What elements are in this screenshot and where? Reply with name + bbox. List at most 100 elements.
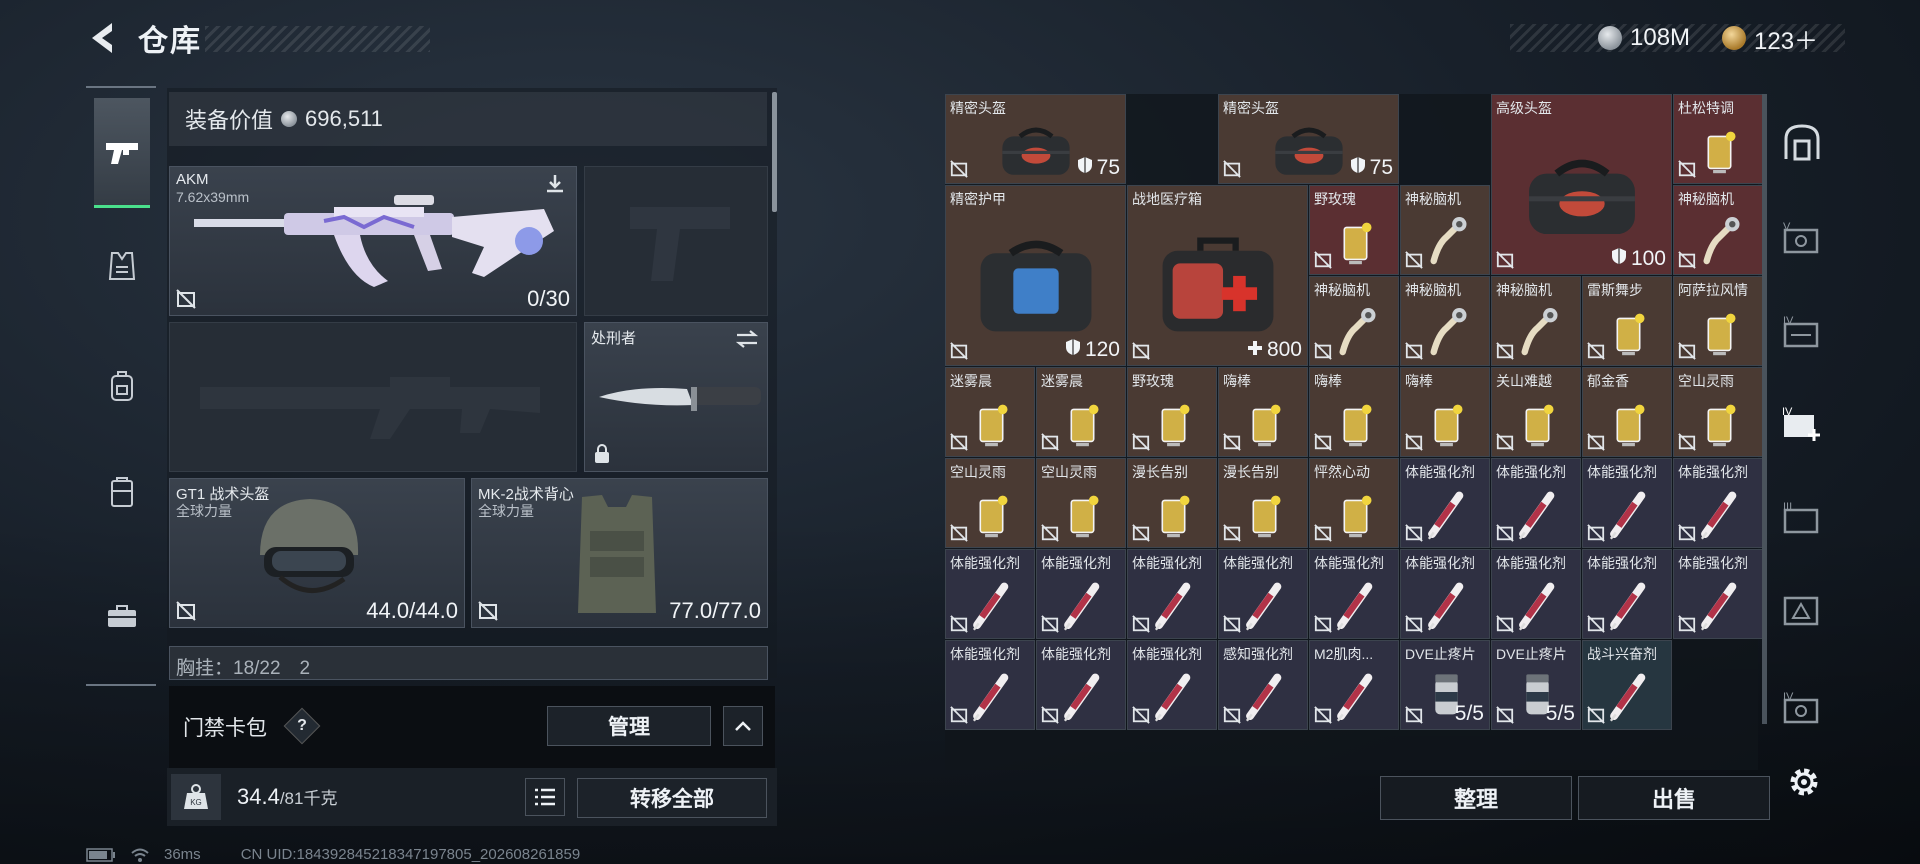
inventory-item[interactable]: 关山难越 — [1491, 367, 1581, 457]
tab-toolbox[interactable] — [94, 588, 150, 644]
tab-stash-4-plus[interactable]: IV — [1778, 400, 1826, 448]
inventory-item[interactable]: DVE止疼片 5/5 — [1491, 640, 1581, 730]
inventory-item[interactable]: 神秘脑机 — [1673, 185, 1763, 275]
equipment-panel: 装备价值 696,511 AKM 7.62x39mm 0/30 处刑者 GT1 … — [167, 88, 777, 826]
inventory-item[interactable]: 精密头盔 75 — [1218, 94, 1399, 184]
stash-iv-icon: IV — [1783, 315, 1819, 348]
inventory-item[interactable]: 漫长告别 — [1127, 458, 1217, 548]
inventory-item[interactable]: 雷斯舞步 — [1582, 276, 1672, 366]
armor-slot[interactable]: MK-2战术背心 全球力量 77.0/77.0 — [471, 478, 768, 628]
inventory-item[interactable]: 体能强化剂 — [1491, 458, 1581, 548]
list-view-button[interactable] — [525, 778, 565, 816]
inventory-item[interactable]: 体能强化剂 — [1400, 549, 1490, 639]
inventory-item[interactable]: 感知强化剂 — [1218, 640, 1308, 730]
melee-slot[interactable]: 处刑者 — [584, 322, 768, 472]
swap-icon[interactable] — [735, 329, 759, 349]
inventory-item[interactable]: 体能强化剂 — [1127, 640, 1217, 730]
syringe-icon — [1051, 668, 1114, 729]
tab-stash-4[interactable]: IV — [1778, 308, 1826, 356]
inventory-item[interactable]: DVE止疼片 5/5 — [1400, 640, 1490, 730]
primary-weapon-slot[interactable]: AKM 7.62x39mm 0/30 — [169, 166, 577, 316]
inventory-item[interactable]: 体能强化剂 — [1218, 549, 1308, 639]
gold-currency[interactable]: 123＋ — [1722, 20, 1818, 56]
item-name: 体能强化剂 — [1405, 464, 1475, 480]
sell-button[interactable]: 出售 — [1578, 776, 1770, 820]
inventory-item[interactable]: 精密护甲 120 — [945, 185, 1126, 366]
secondary-weapon-slot[interactable] — [169, 322, 577, 472]
inventory-item[interactable]: 神秘脑机 — [1400, 276, 1490, 366]
item-name: 郁金香 — [1587, 373, 1629, 389]
brain-device-icon — [1688, 213, 1751, 274]
manage-button[interactable]: 管理 — [547, 706, 711, 746]
inventory-item[interactable]: 体能强化剂 — [945, 640, 1035, 730]
inventory-item[interactable]: 体能强化剂 — [1036, 549, 1126, 639]
duffel-bag-icon — [1519, 139, 1645, 256]
keycard-label: 门禁卡包 — [183, 717, 267, 740]
back-arrow-icon[interactable] — [86, 20, 120, 56]
inventory-item[interactable]: 体能强化剂 — [1127, 549, 1217, 639]
weight-lock-button[interactable]: KG — [171, 774, 221, 820]
no-insure-icon — [950, 342, 968, 360]
tab-backpack[interactable] — [94, 358, 150, 414]
help-icon[interactable]: ? — [283, 707, 321, 745]
tab-stash-5[interactable]: V — [1778, 214, 1826, 262]
inventory-item[interactable]: 体能强化剂 — [1673, 458, 1763, 548]
inventory-item[interactable]: 怦然心动 — [1309, 458, 1399, 548]
inventory-item[interactable]: 体能强化剂 — [1400, 458, 1490, 548]
inventory-item[interactable]: 神秘脑机 — [1400, 185, 1490, 275]
tab-weapons[interactable] — [94, 98, 150, 208]
inventory-item[interactable]: 神秘脑机 — [1491, 276, 1581, 366]
inventory-item[interactable]: 高级头盔 100 — [1491, 94, 1672, 275]
inventory-item[interactable]: 体能强化剂 — [1036, 640, 1126, 730]
tab-stash-main[interactable] — [1778, 118, 1826, 166]
equipment-scrollbar[interactable] — [772, 92, 777, 212]
sort-button[interactable]: 整理 — [1380, 776, 1572, 820]
inventory-item[interactable]: 郁金香 — [1582, 367, 1672, 457]
backpack-icon — [111, 371, 133, 401]
inventory-item[interactable]: 体能强化剂 — [1582, 458, 1672, 548]
collapse-button[interactable] — [723, 706, 763, 746]
inventory-item[interactable]: 精密头盔 75 — [945, 94, 1126, 184]
inventory-item[interactable]: 嗨棒 — [1400, 367, 1490, 457]
inventory-item[interactable]: 阿萨拉风情 — [1673, 276, 1763, 366]
inventory-item[interactable]: 杜松特调 — [1673, 94, 1763, 184]
pistol-slot[interactable] — [584, 166, 768, 316]
weight-max: /81千克 — [279, 789, 338, 808]
cocktail-icon — [1324, 395, 1387, 456]
settings-button[interactable] — [1780, 758, 1828, 806]
transfer-all-button[interactable]: 转移全部 — [577, 778, 767, 818]
inventory-item[interactable]: 体能强化剂 — [1491, 549, 1581, 639]
chest-rig-row[interactable]: 胸挂：18/22 2 — [169, 646, 768, 680]
inventory-item[interactable]: 空山灵雨 — [945, 458, 1035, 548]
inventory-scrollbar[interactable] — [1762, 94, 1767, 724]
inventory-item[interactable]: 体能强化剂 — [1582, 549, 1672, 639]
inventory-item[interactable]: 空山灵雨 — [1673, 367, 1763, 457]
inventory-item[interactable]: 战地医疗箱 800 — [1127, 185, 1308, 366]
tab-container[interactable] — [94, 464, 150, 520]
inventory-item[interactable]: 体能强化剂 — [1673, 549, 1763, 639]
inventory-item[interactable]: 空山灵雨 — [1036, 458, 1126, 548]
inventory-item[interactable]: 野玫瑰 — [1127, 367, 1217, 457]
helmet-slot[interactable]: GT1 战术头盔 全球力量 44.0/44.0 — [169, 478, 465, 628]
tab-vest[interactable] — [94, 238, 150, 294]
no-insure-icon — [1496, 706, 1514, 724]
tab-stash-weight[interactable] — [1778, 586, 1826, 634]
inventory-item[interactable]: 漫长告别 — [1218, 458, 1308, 548]
tab-stash-4b[interactable]: IV — [1778, 684, 1826, 732]
inventory-item[interactable]: 嗨棒 — [1218, 367, 1308, 457]
inventory-item[interactable]: 战斗兴奋剂 — [1582, 640, 1672, 730]
no-insure-icon — [1678, 342, 1696, 360]
item-name: 体能强化剂 — [1678, 555, 1748, 571]
inventory-item[interactable]: 迷雾晨 — [945, 367, 1035, 457]
inventory-item[interactable]: 野玫瑰 — [1309, 185, 1399, 275]
inventory-item[interactable]: 体能强化剂 — [945, 549, 1035, 639]
inventory-item[interactable]: M2肌肉... — [1309, 640, 1399, 730]
no-insure-icon — [478, 601, 498, 621]
inventory-item[interactable]: 神秘脑机 — [1309, 276, 1399, 366]
tab-stash-3[interactable]: III — [1778, 494, 1826, 542]
inventory-item[interactable]: 嗨棒 — [1309, 367, 1399, 457]
inventory-item[interactable]: 迷雾晨 — [1036, 367, 1126, 457]
inventory-item[interactable]: 体能强化剂 — [1309, 549, 1399, 639]
no-insure-icon — [176, 601, 196, 621]
item-name: 嗨棒 — [1405, 373, 1433, 389]
